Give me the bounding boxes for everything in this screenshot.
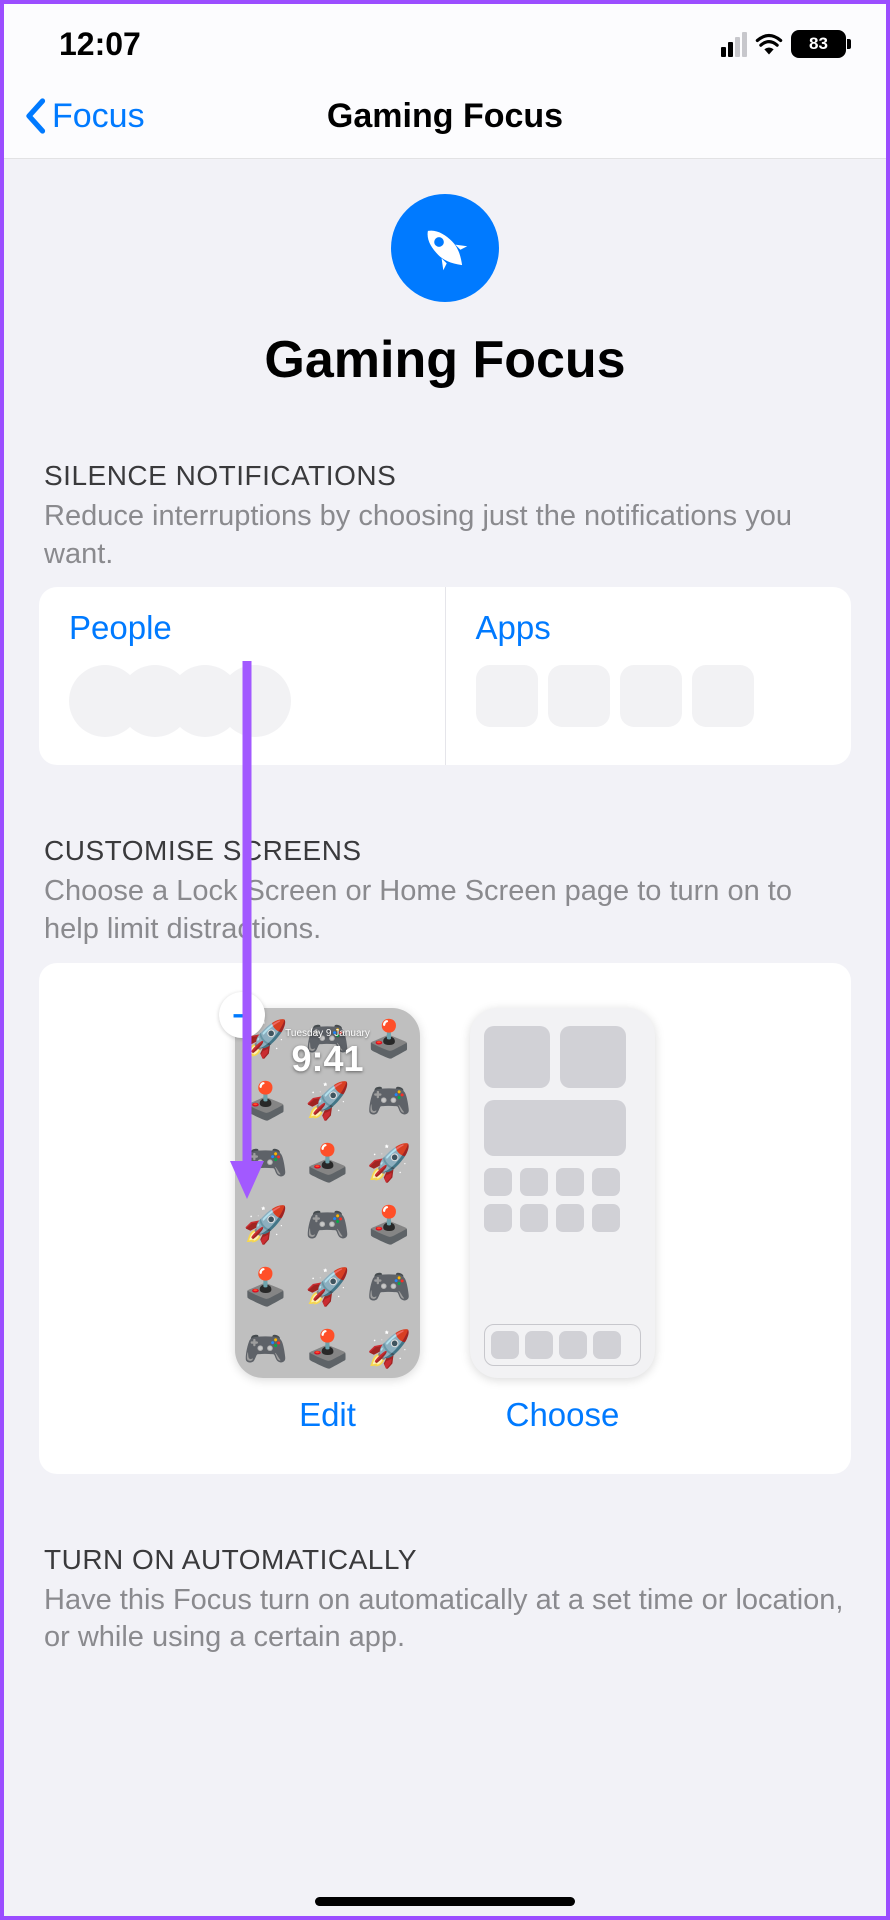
joystick-emoji-icon: 🕹️ xyxy=(243,1266,288,1308)
controller-emoji-icon: 🎮 xyxy=(367,1080,412,1122)
lock-screen-preview[interactable]: Tuesday 9 January 9:41 🚀🎮🕹️ 🕹️🚀🎮 🎮🕹️🚀 🚀🎮… xyxy=(235,1008,420,1378)
choose-button[interactable]: Choose xyxy=(470,1396,655,1434)
controller-emoji-icon: 🎮 xyxy=(243,1328,288,1370)
status-bar: 12:07 83 xyxy=(4,4,886,74)
joystick-emoji-icon: 🕹️ xyxy=(305,1142,350,1184)
customise-label: CUSTOMISE SCREENS xyxy=(44,835,846,867)
lock-screen-column: – Tuesday 9 January 9:41 🚀🎮🕹️ 🕹️🚀🎮 🎮🕹️🚀 … xyxy=(235,1008,420,1434)
back-button[interactable]: Focus xyxy=(24,97,145,136)
status-icons: 83 xyxy=(721,30,846,58)
people-cell[interactable]: People xyxy=(39,587,446,765)
silence-label: SILENCE NOTIFICATIONS xyxy=(44,460,846,492)
joystick-emoji-icon: 🕹️ xyxy=(243,1080,288,1122)
app-icon xyxy=(559,1331,587,1359)
screens-card: – Tuesday 9 January 9:41 🚀🎮🕹️ 🕹️🚀🎮 🎮🕹️🚀 … xyxy=(39,963,851,1474)
widget-icon xyxy=(560,1026,626,1088)
app-icon xyxy=(593,1331,621,1359)
apps-cell[interactable]: Apps xyxy=(446,587,852,765)
widget-icon xyxy=(484,1026,550,1088)
rocket-icon xyxy=(391,194,499,302)
controller-emoji-icon: 🎮 xyxy=(305,1204,350,1246)
people-avatars xyxy=(69,665,415,737)
battery-level: 83 xyxy=(809,34,828,54)
customise-desc: Choose a Lock Screen or Home Screen page… xyxy=(44,873,846,948)
wifi-icon xyxy=(755,33,783,55)
dock-icon xyxy=(484,1324,641,1366)
rocket-emoji-icon: 🚀 xyxy=(367,1142,412,1184)
silence-header: SILENCE NOTIFICATIONS Reduce interruptio… xyxy=(39,460,851,573)
controller-emoji-icon: 🎮 xyxy=(243,1142,288,1184)
people-apps-card: People Apps xyxy=(39,587,851,765)
rocket-emoji-icon: 🚀 xyxy=(305,1080,350,1122)
home-indicator[interactable] xyxy=(315,1897,575,1906)
hero: Gaming Focus xyxy=(39,159,851,460)
hero-title: Gaming Focus xyxy=(39,330,851,390)
minus-icon: – xyxy=(233,995,252,1034)
auto-desc: Have this Focus turn on automatically at… xyxy=(44,1582,846,1657)
auto-label: TURN ON AUTOMATICALLY xyxy=(44,1544,846,1576)
app-icon xyxy=(592,1204,620,1232)
chevron-left-icon xyxy=(24,98,46,134)
app-icon xyxy=(484,1204,512,1232)
cellular-signal-icon xyxy=(721,32,747,57)
remove-lock-screen-button[interactable]: – xyxy=(219,992,265,1038)
app-icon xyxy=(548,665,610,727)
avatar xyxy=(219,665,291,737)
auto-header: TURN ON AUTOMATICALLY Have this Focus tu… xyxy=(39,1544,851,1657)
apps-title: Apps xyxy=(476,609,822,647)
app-icon xyxy=(556,1204,584,1232)
app-icon xyxy=(520,1204,548,1232)
rocket-emoji-icon: 🚀 xyxy=(367,1328,412,1370)
home-screen-column: Choose xyxy=(470,1008,655,1434)
apps-icons xyxy=(476,665,822,727)
rocket-emoji-icon: 🚀 xyxy=(243,1204,288,1246)
rocket-emoji-icon: 🚀 xyxy=(305,1266,350,1308)
silence-desc: Reduce interruptions by choosing just th… xyxy=(44,498,846,573)
battery-icon: 83 xyxy=(791,30,846,58)
app-icon xyxy=(620,665,682,727)
nav-bar: Focus Gaming Focus xyxy=(4,74,886,159)
app-icon xyxy=(520,1168,548,1196)
people-title: People xyxy=(69,609,415,647)
status-time: 12:07 xyxy=(59,26,141,63)
app-icon xyxy=(556,1168,584,1196)
app-icon xyxy=(491,1331,519,1359)
joystick-emoji-icon: 🕹️ xyxy=(367,1204,412,1246)
joystick-emoji-icon: 🕹️ xyxy=(305,1328,350,1370)
app-icon xyxy=(484,1168,512,1196)
edit-button[interactable]: Edit xyxy=(235,1396,420,1434)
app-icon xyxy=(525,1331,553,1359)
app-icon xyxy=(692,665,754,727)
home-screen-preview[interactable] xyxy=(470,1008,655,1378)
lock-time: 9:41 xyxy=(235,1038,420,1080)
app-icon-grid xyxy=(484,1168,641,1232)
customise-header: CUSTOMISE SCREENS Choose a Lock Screen o… xyxy=(39,835,851,948)
widget-icon xyxy=(484,1100,626,1156)
app-icon xyxy=(592,1168,620,1196)
controller-emoji-icon: 🎮 xyxy=(367,1266,412,1308)
app-icon xyxy=(476,665,538,727)
back-label: Focus xyxy=(52,97,145,136)
